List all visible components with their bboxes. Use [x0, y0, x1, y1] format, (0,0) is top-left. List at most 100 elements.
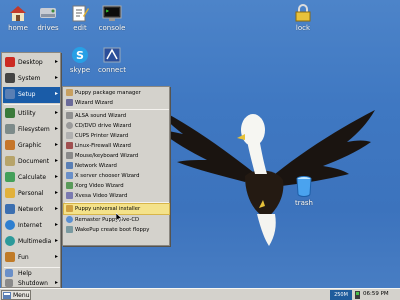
cd-icon	[66, 122, 73, 129]
submenu-arrow-icon: ▸	[54, 173, 58, 180]
network-icon	[66, 162, 73, 169]
video-icon	[66, 192, 73, 199]
setup-item-alsa-sound-wizard[interactable]: ALSA sound Wizard	[64, 111, 169, 121]
setup-item-puppy-package-manager[interactable]: Puppy package manager	[64, 88, 169, 98]
console-icon	[102, 4, 122, 22]
mouse-cursor-icon	[116, 213, 123, 223]
graphic-icon	[5, 140, 15, 150]
edit-label: edit	[73, 24, 87, 32]
display-icon	[66, 172, 73, 179]
submenu-arrow-icon: ▸	[54, 74, 58, 81]
help-icon	[5, 269, 13, 277]
menu-item-help[interactable]: Help	[3, 269, 60, 279]
menu-item-multimedia[interactable]: Multimedia ▸	[3, 234, 60, 250]
submenu-arrow-icon: ▸	[54, 221, 58, 228]
desktop-settings-icon	[5, 57, 15, 67]
desktop-icon-console[interactable]: console	[95, 4, 129, 32]
setup-item-cups-printer-wizard[interactable]: CUPS Printer Wizard	[64, 131, 169, 141]
submenu-arrow-icon: ▸	[54, 90, 58, 97]
menu-item-calculate[interactable]: Calculate ▸	[3, 170, 60, 186]
trash-icon	[294, 175, 314, 197]
submenu-arrow-icon: ▸	[54, 109, 58, 116]
system-icon	[5, 73, 15, 83]
clock[interactable]: 06:59 PM	[363, 291, 389, 297]
submenu-arrow-icon: ▸	[54, 58, 58, 65]
document-icon	[5, 156, 15, 166]
menu-item-desktop[interactable]: Desktop ▸	[3, 55, 60, 71]
desktop-icon-home[interactable]: home	[1, 4, 35, 32]
trash-label: trash	[295, 199, 313, 207]
svg-text:S: S	[76, 49, 84, 62]
video-icon	[66, 182, 73, 189]
drives-icon	[38, 4, 58, 22]
network-icon	[5, 204, 15, 214]
setup-item-x-server-chooser-wizard[interactable]: X server chooser Wizard	[64, 171, 169, 181]
menu-logo-icon	[3, 292, 11, 299]
taskbar: Menu 250M 06:59 PM	[0, 288, 400, 300]
setup-item-mouse-keyboard-wizard[interactable]: Mouse/keyboard Wizard	[64, 151, 169, 161]
setup-item-network-wizard[interactable]: Network Wizard	[64, 161, 169, 171]
setup-item-xvesa-video-wizard[interactable]: Xvesa Video Wizard	[64, 191, 169, 201]
setup-item-linux-firewall-wizard[interactable]: Linux-Firewall Wizard	[64, 141, 169, 151]
sound-icon	[66, 112, 73, 119]
menu-item-document[interactable]: Document ▸	[3, 154, 60, 170]
lock-label: lock	[295, 24, 311, 32]
menu-item-network[interactable]: Network ▸	[3, 202, 60, 218]
menu-item-internet[interactable]: Internet ▸	[3, 218, 60, 234]
menu-item-shutdown[interactable]: Shutdown ▸	[3, 279, 60, 288]
desktop-icon-drives[interactable]: drives	[31, 4, 65, 32]
setup-icon	[5, 89, 15, 99]
keyboard-icon	[66, 152, 73, 159]
connect-label: connect	[98, 66, 126, 74]
submenu-arrow-icon: ▸	[54, 141, 58, 148]
submenu-arrow-icon: ▸	[54, 205, 58, 212]
multimedia-icon	[5, 236, 15, 246]
submenu-arrow-icon: ▸	[54, 157, 58, 164]
desktop-icon-lock[interactable]: lock	[286, 4, 320, 32]
desktop-icon-connect[interactable]: connect	[95, 46, 129, 74]
setup-item-cd-dvd-drive-wizard[interactable]: CD/DVD drive Wizard	[64, 121, 169, 131]
drives-label: drives	[37, 24, 59, 32]
menu-item-system[interactable]: System ▸	[3, 71, 60, 87]
submenu-arrow-icon: ▸	[54, 237, 58, 244]
desktop-icon-edit[interactable]: edit	[63, 4, 97, 32]
floppy-icon	[66, 226, 73, 233]
firewall-icon	[66, 142, 73, 149]
menu-item-filesystem[interactable]: Filesystem ▸	[3, 122, 60, 138]
submenu-arrow-icon: ▸	[54, 189, 58, 196]
console-label: console	[98, 24, 126, 32]
connect-icon	[102, 46, 122, 64]
setup-item-wakepup-create-boot-floppy[interactable]: WakePup create boot floppy	[64, 225, 169, 235]
submenu-arrow-icon: ▸	[54, 125, 58, 132]
menu-item-setup[interactable]: Setup ▸	[3, 87, 60, 103]
menu-item-graphic[interactable]: Graphic ▸	[3, 138, 60, 154]
main-menu: Desktop ▸ System ▸ Setup ▸ Utility ▸ Filesys…	[1, 52, 61, 288]
memory-indicator[interactable]: 250M	[330, 290, 352, 300]
calculator-icon	[5, 172, 15, 182]
menu-separator	[65, 109, 169, 110]
menu-separator	[65, 202, 169, 203]
fun-icon	[5, 252, 15, 262]
filesystem-icon	[5, 124, 15, 134]
installer-icon	[66, 205, 73, 212]
wizard-icon	[66, 99, 73, 106]
house-icon	[8, 4, 28, 22]
setup-item-xorg-video-wizard[interactable]: Xorg Video Wizard	[64, 181, 169, 191]
setup-submenu: Puppy package manager Wizard Wizard ALSA…	[62, 86, 170, 246]
setup-item-wizard-wizard[interactable]: Wizard Wizard	[64, 98, 169, 108]
network-status-icon[interactable]	[354, 290, 361, 300]
menu-item-personal[interactable]: Personal ▸	[3, 186, 60, 202]
desktop: home drives edit console lock S skype co…	[0, 0, 400, 300]
skype-icon: S	[70, 46, 90, 64]
desktop-icon-skype[interactable]: S skype	[63, 46, 97, 74]
menu-item-fun[interactable]: Fun ▸	[3, 250, 60, 266]
submenu-arrow-icon: ▸	[54, 253, 58, 260]
submenu-arrow-icon: ▸	[54, 279, 58, 286]
printer-icon	[66, 132, 73, 139]
utility-icon	[5, 108, 15, 118]
desktop-icon-trash[interactable]: trash	[287, 175, 321, 207]
menu-button[interactable]: Menu	[1, 290, 31, 300]
home-label: home	[8, 24, 28, 32]
menu-item-utility[interactable]: Utility ▸	[3, 106, 60, 122]
menu-separator	[4, 267, 60, 268]
